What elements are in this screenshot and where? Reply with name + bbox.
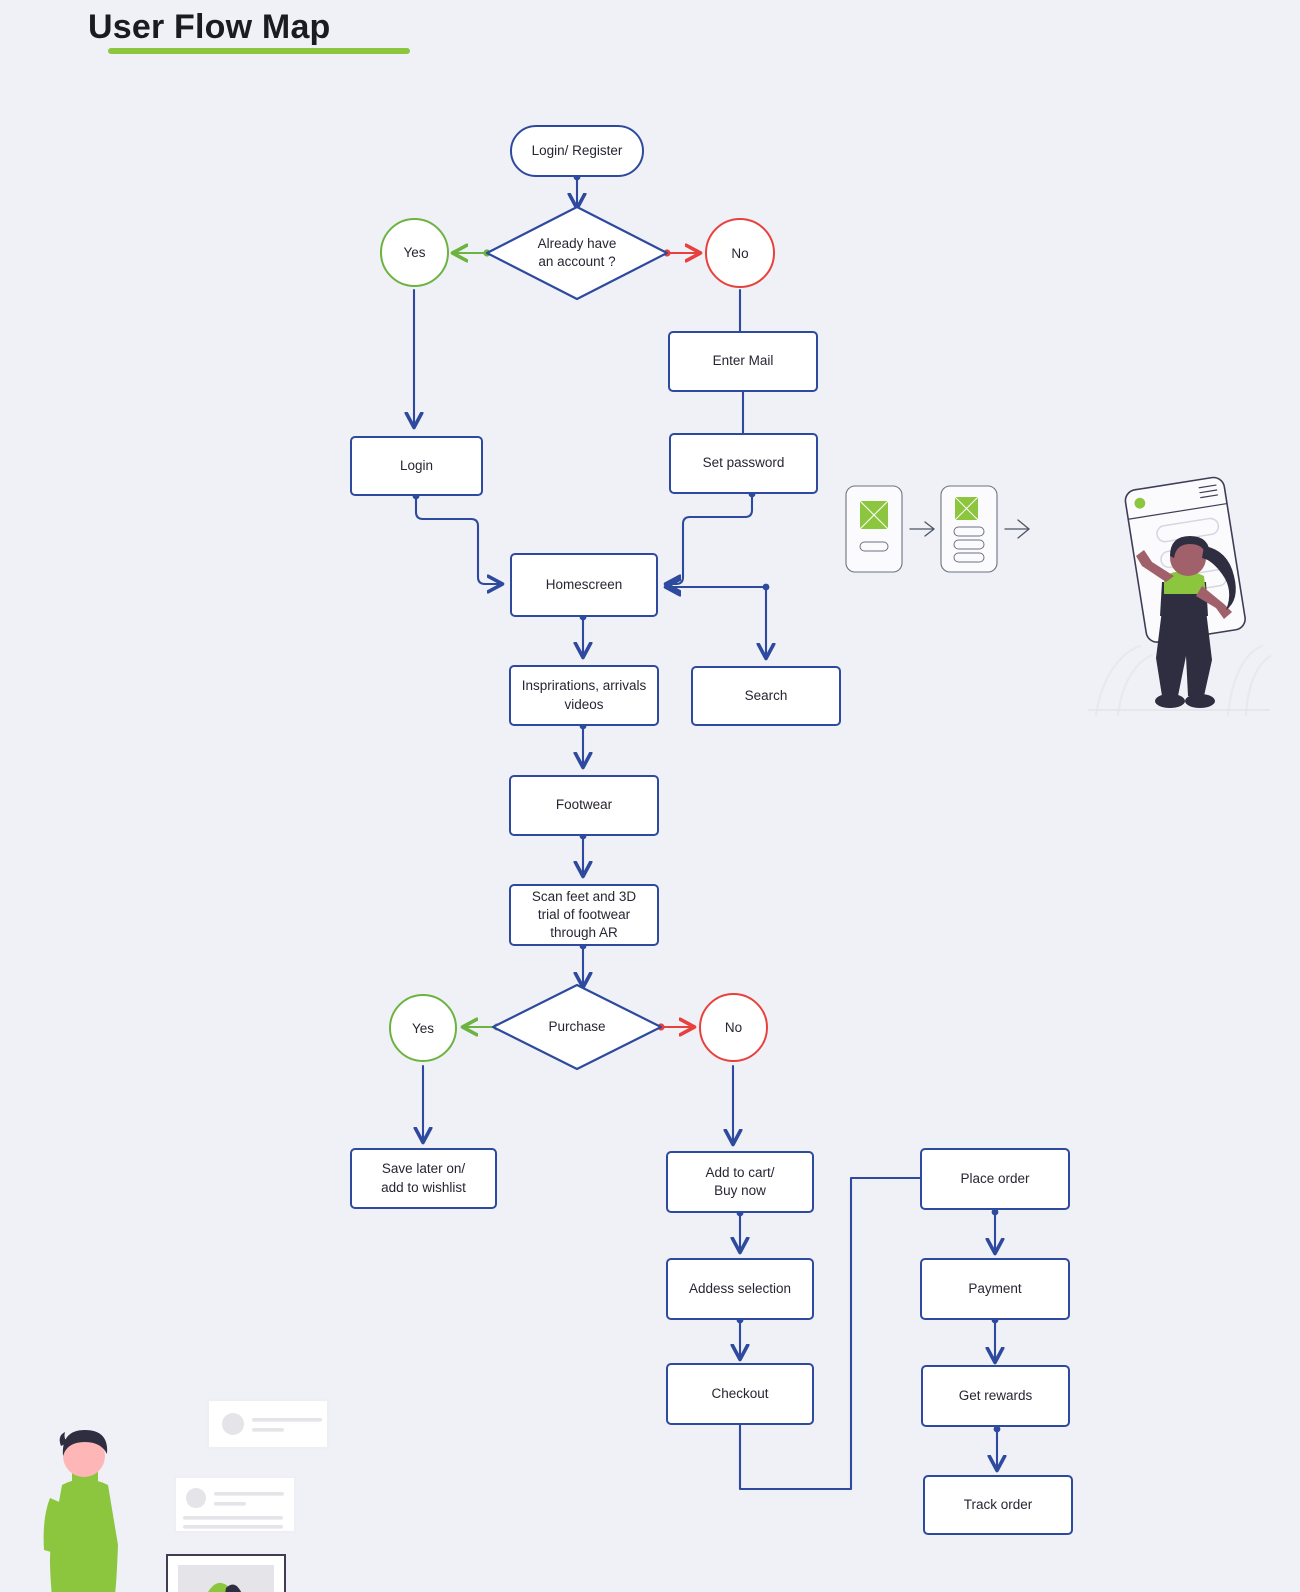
node-label: Footwear <box>555 797 613 813</box>
node-yes-purchase[interactable]: Yes <box>389 994 457 1062</box>
node-inspirations[interactable]: Insprirations, arrivals videos <box>509 665 659 726</box>
node-no-account[interactable]: No <box>705 218 775 288</box>
node-login-register[interactable]: Login/ Register <box>510 125 644 177</box>
node-get-rewards[interactable]: Get rewards <box>921 1365 1070 1427</box>
node-label: No <box>731 245 749 261</box>
node-search[interactable]: Search <box>691 666 841 726</box>
node-label: Add to cart/ Buy now <box>705 1164 775 1198</box>
node-footwear[interactable]: Footwear <box>509 775 659 836</box>
node-label: Login/ Register <box>531 142 623 158</box>
node-label: Checkout <box>711 1385 769 1401</box>
node-label: Homescreen <box>545 576 623 592</box>
node-label: Yes <box>411 1020 435 1036</box>
node-label: Place order <box>960 1170 1030 1186</box>
node-homescreen[interactable]: Homescreen <box>510 553 658 617</box>
node-save-later[interactable]: Save later on/ add to wishlist <box>350 1148 497 1209</box>
node-purchase[interactable]: Purchase <box>493 985 661 1069</box>
node-login[interactable]: Login <box>350 436 483 496</box>
node-add-to-cart[interactable]: Add to cart/ Buy now <box>666 1151 814 1213</box>
node-label: Enter Mail <box>712 353 774 369</box>
node-track-order[interactable]: Track order <box>923 1475 1073 1535</box>
node-no-purchase[interactable]: No <box>699 993 768 1062</box>
node-label: Scan feet and 3D trial of footwear throu… <box>531 888 637 941</box>
node-payment[interactable]: Payment <box>920 1258 1070 1320</box>
node-scan-feet[interactable]: Scan feet and 3D trial of footwear throu… <box>509 884 659 946</box>
node-label: Track order <box>963 1496 1033 1512</box>
node-label: Insprirations, arrivals videos <box>521 678 647 712</box>
node-label: Save later on/ add to wishlist <box>381 1161 466 1195</box>
node-address-selection[interactable]: Addess selection <box>666 1258 814 1320</box>
node-already-have-account[interactable]: Already have an account ? <box>487 207 667 299</box>
woman-carrying-phone-illustration <box>1088 476 1272 717</box>
node-label: Payment <box>968 1280 1022 1296</box>
node-place-order[interactable]: Place order <box>920 1148 1070 1210</box>
node-yes-account[interactable]: Yes <box>380 218 449 287</box>
node-enter-mail[interactable]: Enter Mail <box>668 331 818 392</box>
node-label: Already have an account ? <box>537 235 617 269</box>
node-label: Search <box>744 687 788 703</box>
node-label: No <box>724 1020 743 1035</box>
wireframe-progression-illustration <box>845 485 1030 573</box>
node-checkout[interactable]: Checkout <box>666 1363 814 1425</box>
node-label: Addess selection <box>688 1280 792 1296</box>
man-with-floating-cards-illustration <box>43 1399 329 1592</box>
node-label: Login <box>399 457 434 473</box>
node-label: Get rewards <box>958 1387 1033 1403</box>
node-label: Purchase <box>548 1018 606 1034</box>
node-label: Set password <box>702 455 785 471</box>
node-label: Yes <box>403 245 426 260</box>
node-set-password[interactable]: Set password <box>669 433 818 494</box>
